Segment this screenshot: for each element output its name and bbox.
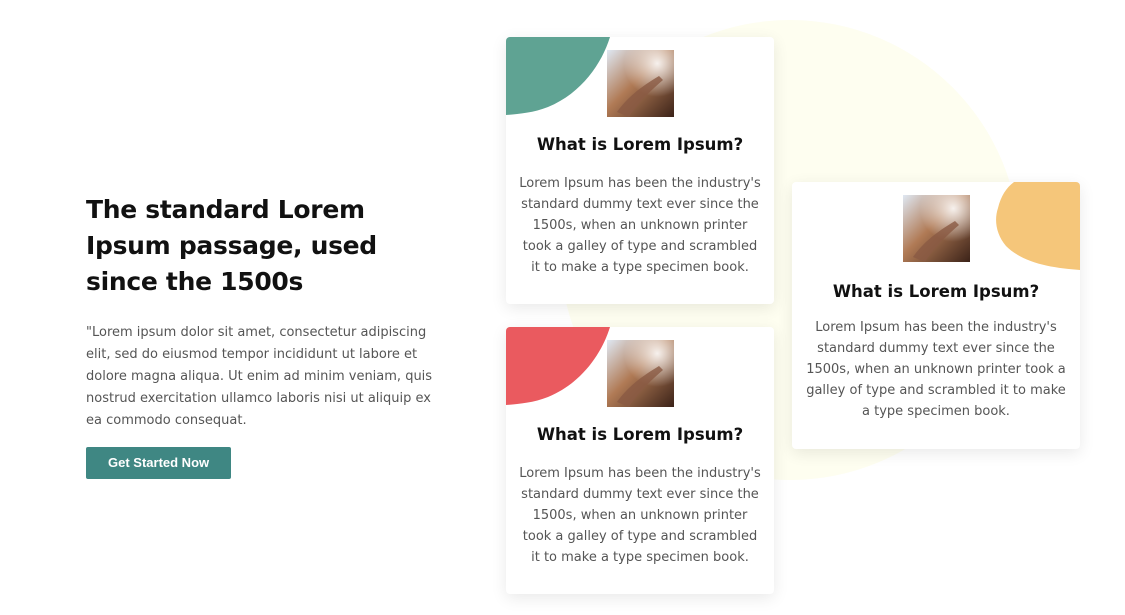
card-text: Lorem Ipsum has been the industry's stan… [806,320,1066,419]
card-title: What is Lorem Ipsum? [536,135,744,154]
feature-card: What is Lorem Ipsum? Lorem Ipsum has bee… [792,182,1080,449]
card-accent-shape [996,182,1080,270]
hero-section: The standard Lorem Ipsum passage, used s… [86,192,456,479]
hero-title: The standard Lorem Ipsum passage, used s… [86,195,377,296]
card-title: What is Lorem Ipsum? [832,282,1040,301]
get-started-button[interactable]: Get Started Now [86,447,232,479]
card-image [607,50,674,117]
card-text: Lorem Ipsum has been the industry's stan… [519,466,761,565]
card-text: Lorem Ipsum has been the industry's stan… [519,176,761,275]
card-accent-shape [506,37,610,115]
card-image [903,195,970,262]
card-title: What is Lorem Ipsum? [536,425,744,444]
feature-card: What is Lorem Ipsum? Lorem Ipsum has bee… [506,327,774,594]
card-accent-shape [506,327,610,405]
card-image [607,340,674,407]
hero-body: "Lorem ipsum dolor sit amet, consectetur… [86,325,433,428]
feature-card: What is Lorem Ipsum? Lorem Ipsum has bee… [506,37,774,304]
